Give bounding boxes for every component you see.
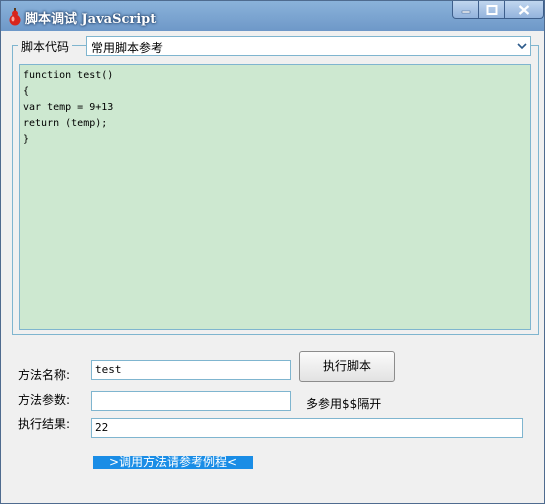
method-name-input[interactable]: test [91, 360, 291, 380]
window-title: 脚本调试 JavaScript [25, 12, 157, 27]
example-reference-link[interactable]: >调用方法请参考例程< [93, 456, 253, 469]
script-debug-window: 脚本调试 JavaScript 脚本代码 常用脚本参考 function tes… [0, 0, 545, 504]
result-output[interactable]: 22 [91, 418, 523, 438]
title-bar[interactable]: 脚本调试 JavaScript [1, 1, 544, 31]
execute-script-button[interactable]: 执行脚本 [299, 351, 395, 382]
script-code-legend: 脚本代码 [18, 38, 73, 55]
gourd-icon [7, 8, 23, 26]
script-template-select[interactable]: 常用脚本参考 [86, 36, 531, 56]
script-template-select-value: 常用脚本参考 [91, 41, 164, 55]
minimize-button[interactable] [452, 1, 479, 19]
method-params-label: 方法参数: [18, 393, 71, 407]
result-label: 执行结果: [18, 417, 71, 431]
close-button[interactable] [505, 1, 544, 19]
maximize-button[interactable] [479, 1, 505, 19]
chevron-down-icon[interactable] [517, 41, 527, 51]
minimize-icon [461, 10, 470, 13]
close-icon [518, 4, 530, 15]
maximize-icon [486, 4, 497, 15]
method-params-input[interactable] [91, 391, 291, 411]
script-code-editor[interactable]: function test() { var temp = 9+13 return… [19, 64, 531, 330]
params-hint-text: 多参用$$隔开 [306, 397, 382, 411]
method-name-label: 方法名称: [18, 368, 71, 382]
